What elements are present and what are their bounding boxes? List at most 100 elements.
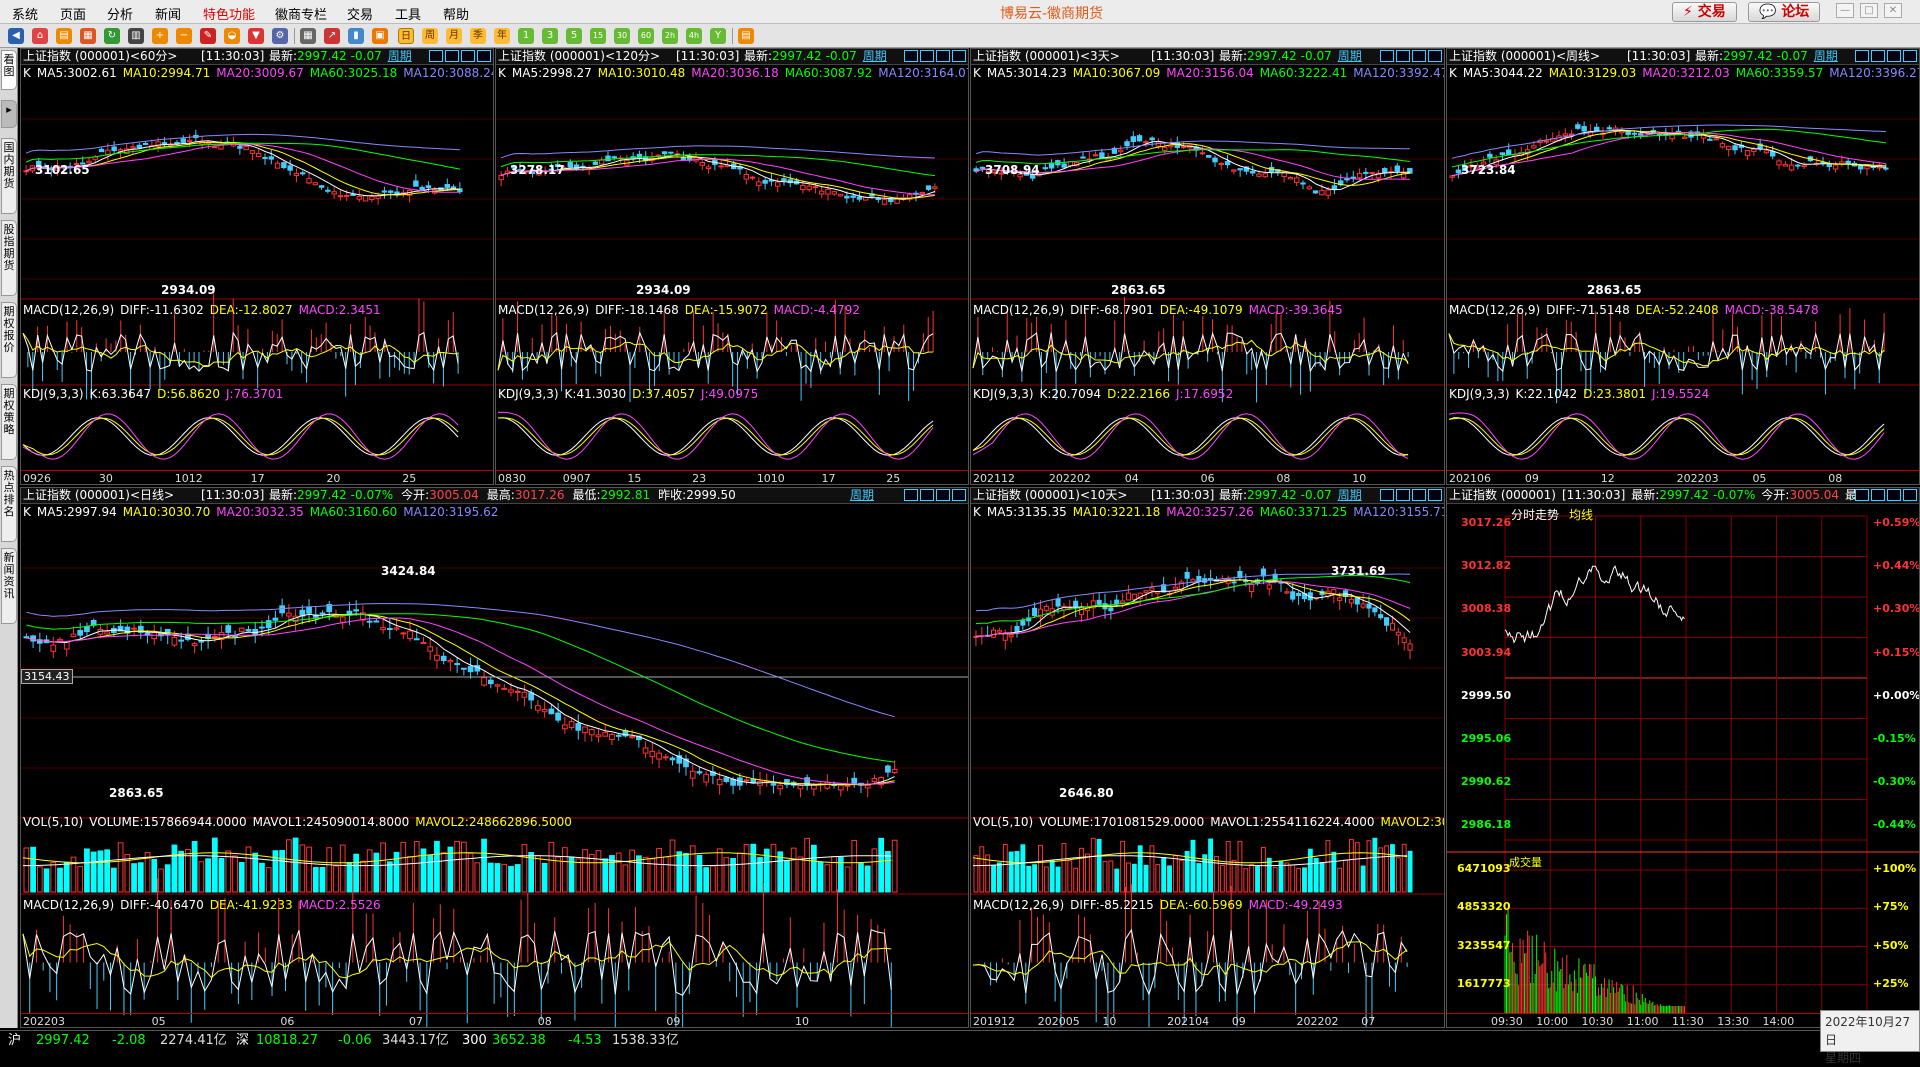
kline-panel[interactable]: 上证指数 (000001)<周线> [11:30:03] 最新:2997.42 -0.… [1446,48,1920,485]
back-icon[interactable]: ◀ [8,28,24,44]
restore-icon[interactable] [936,50,950,62]
cycle-link[interactable]: 周期 [863,49,887,63]
next-icon[interactable] [1871,50,1885,62]
timeshare-panel[interactable]: 上证指数 (000001) [11:30:03] 最新:2997.42 -0.07% 今… [1446,487,1920,1028]
sidetab-option-strategy[interactable]: 期权策略 [1,384,17,460]
maximize-icon[interactable] [1903,50,1917,62]
maximize-icon[interactable] [1903,489,1917,501]
forum-button[interactable]: 💬 论坛 [1748,2,1821,22]
maximize-icon[interactable] [1428,50,1442,62]
cycle-link[interactable]: 周期 [1338,49,1362,63]
restore-icon[interactable] [461,50,475,62]
cycle-2h-button[interactable]: 2h [662,28,678,44]
cycle-quarter-button[interactable]: 季 [470,28,486,44]
cycle-year-button[interactable]: 年 [494,28,510,44]
kline-panel[interactable]: 上证指数 (000001)<3天> [11:30:03] 最新:2997.42 -0.… [970,48,1445,485]
cycle-30m-button[interactable]: 30 [614,28,630,44]
kline-panel[interactable]: 上证指数 (000001)<60分> [11:30:03] 最新:2997.42 -0… [20,48,494,485]
cycle-link[interactable]: 周期 [388,49,412,63]
chart-canvas[interactable] [971,49,1445,485]
menu-news[interactable]: 新闻 [155,4,181,23]
menu-page[interactable]: 页面 [60,4,86,23]
maximize-icon[interactable] [477,50,491,62]
menu-tools[interactable]: 工具 [395,4,421,23]
cycle-3m-button[interactable]: 3 [542,28,558,44]
cycle-month-button[interactable]: 月 [446,28,462,44]
restore-icon[interactable] [936,489,950,501]
chart-line-icon[interactable]: ↗ [324,28,340,44]
cycle-link[interactable]: 周期 [1338,488,1362,502]
prev-icon[interactable] [1855,50,1869,62]
maximize-icon[interactable] [1428,489,1442,501]
sidetab-chart[interactable]: 看图 [1,50,17,90]
prev-icon[interactable] [429,50,443,62]
chart-bar-icon[interactable]: ▮ [348,28,364,44]
table-icon[interactable]: ▦ [300,28,316,44]
chart-canvas[interactable] [21,49,494,485]
cycle-week-button[interactable]: 周 [422,28,438,44]
trade-button[interactable]: ⚡ 交易 [1672,2,1737,22]
refresh-icon[interactable]: ↻ [104,28,120,44]
close-button[interactable]: ✕ [1884,3,1902,18]
prev-icon[interactable] [904,50,918,62]
cycle-link[interactable]: 周期 [1814,49,1838,63]
next-icon[interactable] [1396,489,1410,501]
minimize-button[interactable]: — [1836,3,1854,18]
menu-analysis[interactable]: 分析 [107,4,133,23]
sidetab-hot-ranking[interactable]: 热点排名 [1,466,17,542]
maximize-button[interactable]: □ [1860,3,1878,18]
pencil-icon[interactable]: ✎ [200,28,216,44]
calculator-icon[interactable]: ▤ [738,28,754,44]
zoom-in-icon[interactable]: + [152,28,168,44]
list-icon[interactable]: ▦ [80,28,96,44]
maximize-icon[interactable] [952,50,966,62]
chart-canvas[interactable] [496,49,969,485]
kline-panel[interactable]: 上证指数 (000001)<日线> [11:30:03] 最新:2997.42 -0.… [20,487,969,1028]
prev-icon[interactable] [1855,489,1869,501]
restore-icon[interactable] [1412,489,1426,501]
cycle-15m-button[interactable]: 15 [590,28,606,44]
kline-panel[interactable]: 上证指数 (000001)<10天> [11:30:03] 最新:2997.42 -0… [970,487,1445,1028]
kline-panel[interactable]: 上证指数 (000001)<120分> [11:30:03] 最新:2997.42-… [495,48,969,485]
prev-icon[interactable] [1380,489,1394,501]
sidetab-index-futures[interactable]: 股指期货 [1,220,17,296]
restore-icon[interactable] [1887,50,1901,62]
next-icon[interactable] [920,489,934,501]
maximize-icon[interactable] [952,489,966,501]
cycle-1m-button[interactable]: 1 [518,28,534,44]
cycle-4h-button[interactable]: 4h [686,28,702,44]
book-icon[interactable]: ▤ [56,28,72,44]
next-icon[interactable] [445,50,459,62]
chart-canvas[interactable] [21,488,969,1028]
menu-features[interactable]: 特色功能 [203,4,255,23]
prev-icon[interactable] [1380,50,1394,62]
cycle-link[interactable]: 周期 [850,488,874,503]
next-icon[interactable] [1396,50,1410,62]
funnel-icon[interactable]: ▼ [248,28,264,44]
chart-canvas[interactable] [1447,49,1920,485]
grid-icon[interactable]: ▥ [128,28,144,44]
image-icon[interactable]: ▣ [372,28,388,44]
cycle-5m-button[interactable]: 5 [566,28,582,44]
menu-trade[interactable]: 交易 [347,4,373,23]
cup-icon[interactable]: ◒ [224,28,240,44]
menu-help[interactable]: 帮助 [443,4,469,23]
prev-icon[interactable] [904,489,918,501]
menu-huishang[interactable]: 徽商专栏 [275,4,327,23]
next-icon[interactable] [1871,489,1885,501]
cycle-day-button[interactable]: 日 [398,28,414,44]
sidetab-expand[interactable]: ▸ [1,100,17,128]
sidetab-domestic-futures[interactable]: 国内期货 [1,138,17,214]
menu-system[interactable]: 系统 [12,4,38,23]
chart-canvas[interactable] [1447,488,1920,1028]
restore-icon[interactable] [1412,50,1426,62]
sidetab-news[interactable]: 新闻资讯 [1,548,17,624]
settings-icon[interactable]: ⚙ [272,28,288,44]
restore-icon[interactable] [1887,489,1901,501]
sidetab-option-quotes[interactable]: 期权报价 [1,302,17,378]
cycle-60m-button[interactable]: 60 [638,28,654,44]
next-icon[interactable] [920,50,934,62]
cycle-year-y-button[interactable]: Y [710,28,726,44]
zoom-out-icon[interactable]: − [176,28,192,44]
home-icon[interactable]: ⌂ [32,28,48,44]
